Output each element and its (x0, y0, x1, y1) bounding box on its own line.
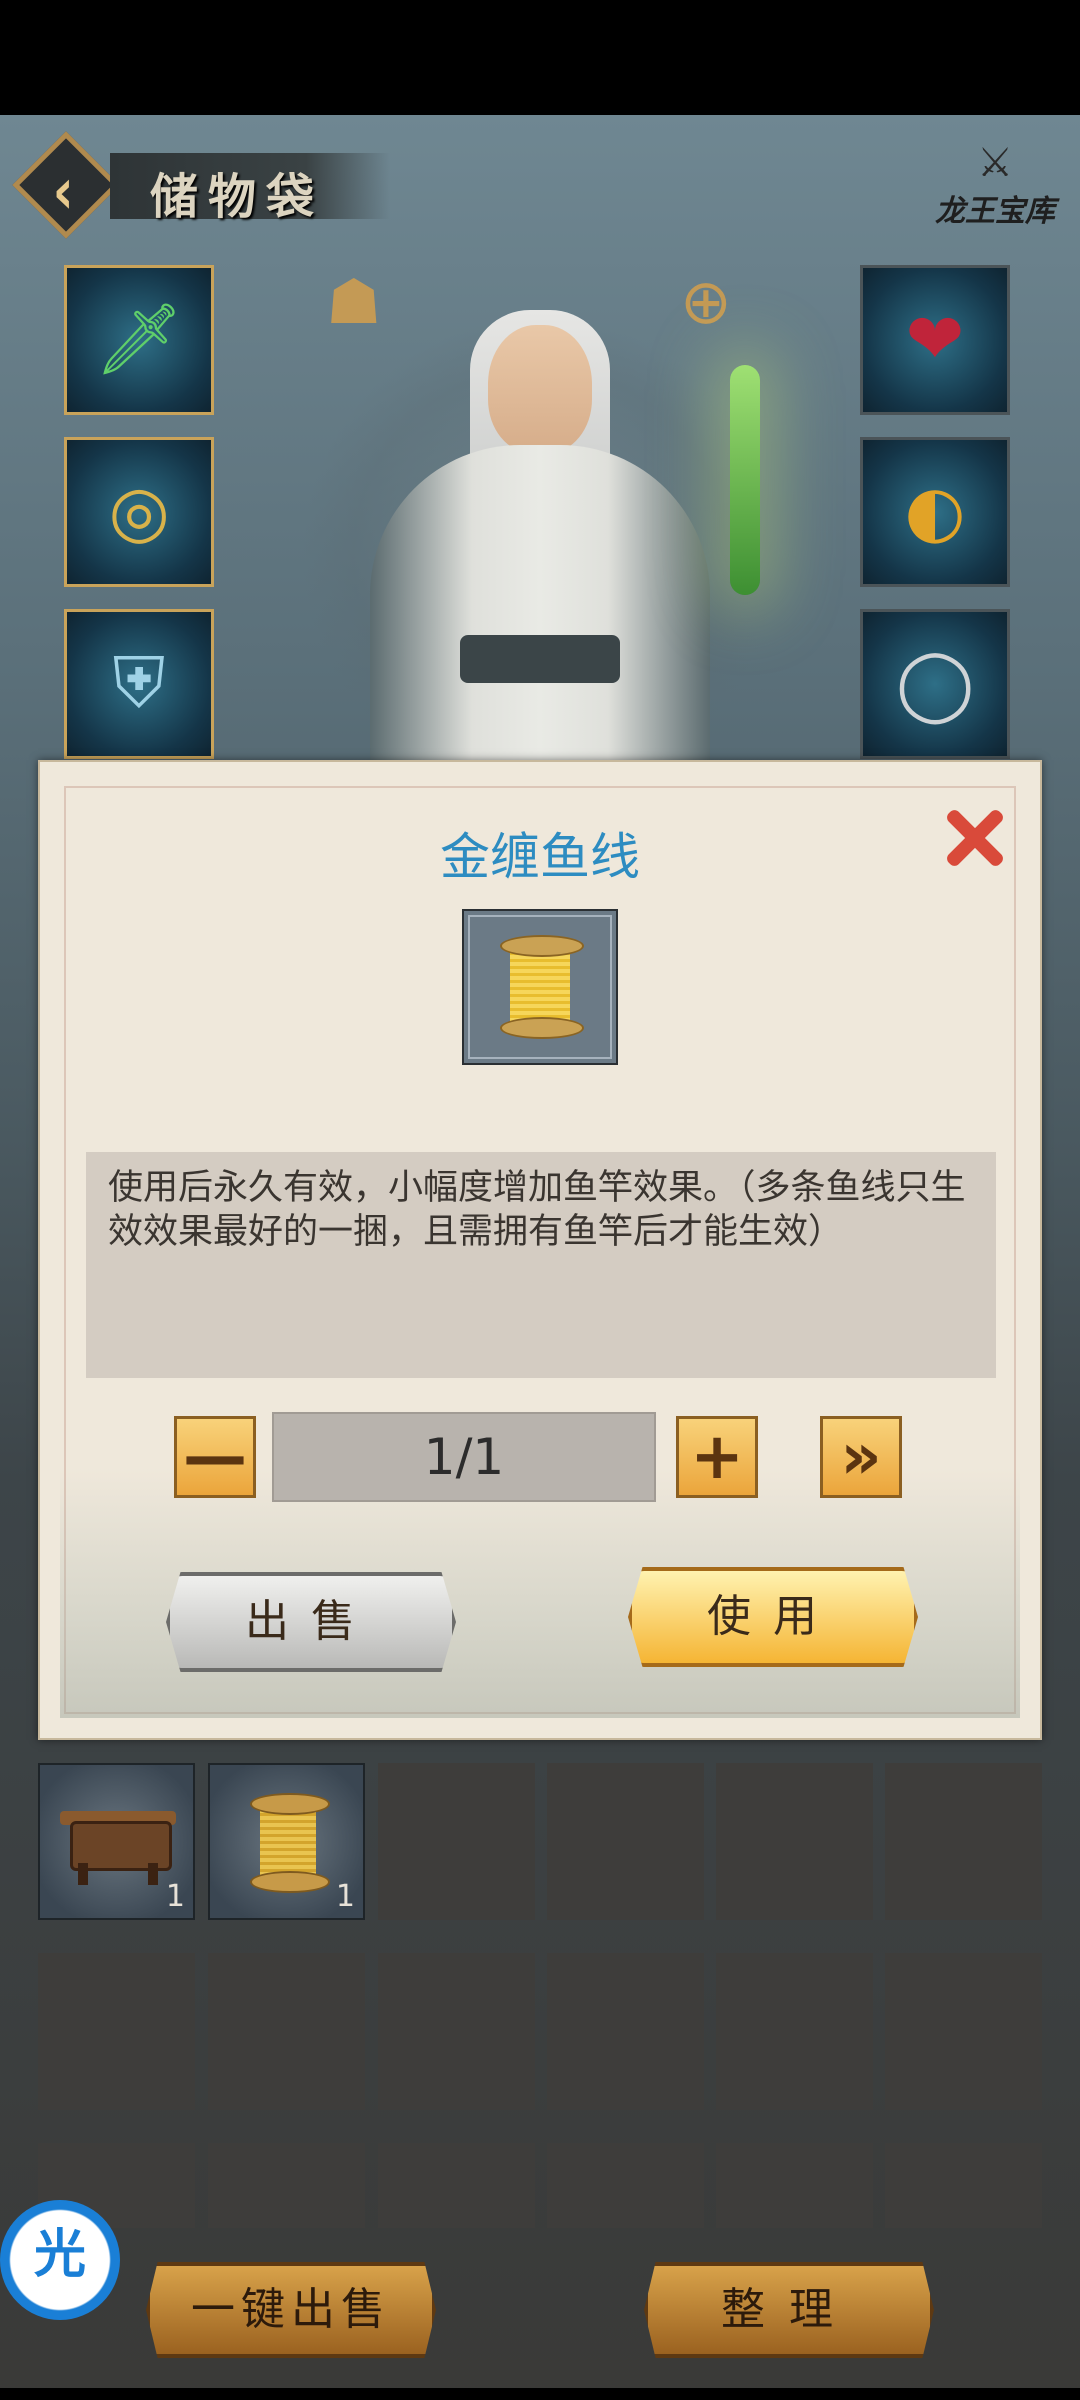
inventory-slot-empty[interactable] (208, 2143, 365, 2228)
bracelet-icon: ◯ (895, 642, 975, 724)
outfit-icon[interactable]: ☗ (326, 265, 382, 338)
decrease-button[interactable]: — (174, 1416, 256, 1498)
inventory-slot-empty[interactable] (716, 2143, 873, 2228)
inventory-slot-empty[interactable] (885, 2143, 1042, 2228)
inventory-slot-spool[interactable]: 1 (208, 1763, 365, 1920)
sort-button[interactable]: 整理 (644, 2262, 934, 2358)
amulet-icon: ❤ (905, 298, 965, 380)
assistant-icon: 光 (33, 2225, 86, 2285)
inventory-slot-empty[interactable] (38, 1953, 195, 2110)
close-icon[interactable] (938, 800, 1010, 872)
inventory-slot-empty[interactable] (378, 2143, 535, 2228)
status-bar (0, 0, 1080, 115)
inventory-slot-empty[interactable] (208, 1953, 365, 2110)
cauldron-icon (60, 1805, 176, 1885)
character-belt (460, 635, 620, 683)
use-button[interactable]: 使用 (628, 1567, 918, 1667)
dragon-icon: ⚔ (977, 140, 1013, 186)
equip-slot-amulet[interactable]: ❤ (860, 265, 1010, 415)
inventory-slot-empty[interactable] (716, 1763, 873, 1920)
equip-slot-pendant[interactable]: ◐ (860, 437, 1010, 587)
navigation-bar (0, 2388, 1080, 2400)
inventory-slot-empty[interactable] (547, 1763, 704, 1920)
item-count: 1 (335, 1879, 355, 1914)
inventory-slot-empty[interactable] (378, 1953, 535, 2110)
max-button[interactable]: » (820, 1416, 902, 1498)
inventory-slot-empty[interactable] (547, 1953, 704, 2110)
assistant-label: 光环助手 (29, 2284, 90, 2302)
chevron-left-icon[interactable]: ‹ (53, 155, 74, 229)
logo-text: 龙王宝库 (935, 194, 1055, 229)
title-bar: ‹ 储物袋 (10, 131, 390, 239)
equip-slot-ring[interactable]: ◎ (64, 437, 214, 587)
inventory-slot-empty[interactable] (547, 2143, 704, 2228)
plus-icon: + (690, 1420, 744, 1494)
inventory-slot-cauldron[interactable]: 1 (38, 1763, 195, 1920)
sell-button[interactable]: 出售 (166, 1572, 456, 1672)
equip-slot-weapon[interactable]: 🗡 (64, 265, 214, 415)
assistant-floating-button[interactable]: 光 光环助手 (0, 2200, 120, 2320)
ring-icon: ◎ (108, 470, 170, 552)
inventory-slot-empty[interactable] (378, 1763, 535, 1920)
inventory-slot-empty[interactable] (885, 1953, 1042, 2110)
item-dialog: 金缠鱼线 使用后永久有效，小幅度增加鱼竿效果。（多条鱼线只生效效果最好的一捆，且… (38, 760, 1042, 1740)
minus-icon: — (183, 1420, 247, 1494)
inventory-slot-empty[interactable] (885, 1763, 1042, 1920)
page-title: 储物袋 (150, 169, 325, 225)
item-count: 1 (165, 1879, 185, 1914)
sell-all-button[interactable]: 一键出售 (146, 2262, 436, 2358)
sort-label: 整理 (721, 2284, 857, 2335)
zoom-icon[interactable]: ⊕ (680, 265, 732, 338)
jade-pendant-icon: ◐ (904, 470, 966, 552)
increase-button[interactable]: + (676, 1416, 758, 1498)
double-chevron-right-icon: » (840, 1420, 882, 1494)
sword-icon: 🗡 (94, 298, 184, 380)
quantity-value: 1/1 (423, 1428, 505, 1486)
item-icon-frame (462, 909, 618, 1065)
sell-all-label: 一键出售 (191, 2284, 391, 2335)
equip-slot-bracelet[interactable]: ◯ (860, 609, 1010, 759)
item-description: 使用后永久有效，小幅度增加鱼竿效果。（多条鱼线只生效效果最好的一捆，且需拥有鱼竿… (108, 1168, 966, 1252)
quantity-field[interactable]: 1/1 (272, 1412, 656, 1502)
golden-spool-icon (500, 935, 584, 1039)
inventory-slot-empty[interactable] (716, 1953, 873, 2110)
equip-slot-armor[interactable]: ⛨ (64, 609, 214, 759)
jade-sword-icon (730, 365, 760, 595)
use-label: 使用 (707, 1591, 839, 1642)
item-name: 金缠鱼线 (440, 828, 640, 886)
item-description-box: 使用后永久有效，小幅度增加鱼竿效果。（多条鱼线只生效效果最好的一捆，且需拥有鱼竿… (86, 1152, 996, 1378)
dragon-treasury-logo[interactable]: ⚔ 龙王宝库 (930, 140, 1060, 280)
character-head (488, 325, 592, 453)
golden-spool-icon (250, 1793, 330, 1893)
armor-icon: ⛨ (112, 642, 166, 724)
sell-label: 出售 (245, 1596, 377, 1647)
